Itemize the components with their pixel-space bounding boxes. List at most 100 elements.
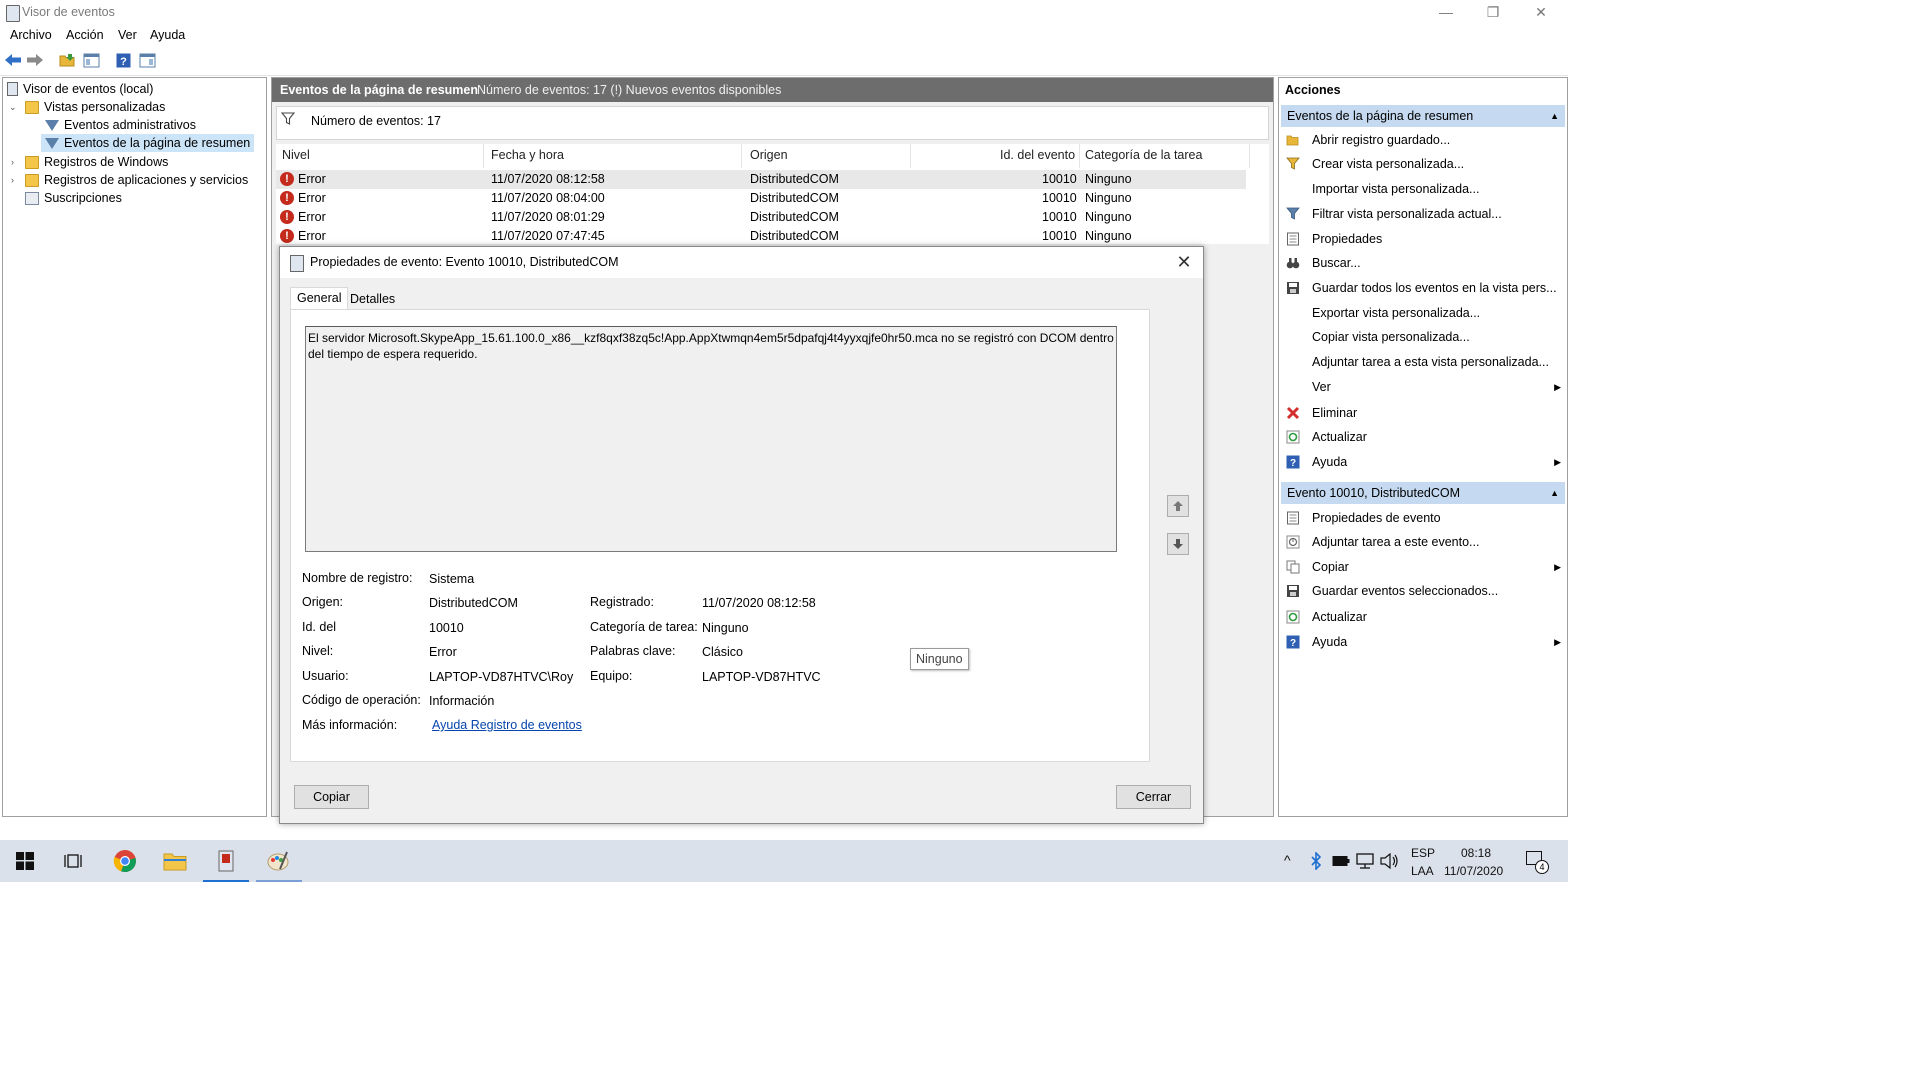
file-explorer-icon[interactable] (162, 848, 188, 874)
events-pane-header: Eventos de la página de resumen Número d… (272, 78, 1273, 102)
tree-item-subscriptions[interactable]: Suscripciones (25, 189, 122, 207)
close-button[interactable]: ✕ (1518, 0, 1564, 26)
submenu-arrow-icon: ▶ (1554, 457, 1561, 467)
minimize-button[interactable]: — (1423, 0, 1469, 26)
action-copy-custom-view[interactable]: Copiar vista personalizada... (1283, 326, 1563, 348)
menu-accion[interactable]: Acción (66, 28, 104, 42)
chevron-down-icon[interactable]: ⌄ (9, 102, 17, 113)
restore-button[interactable]: ❐ (1470, 0, 1516, 26)
chevron-up-icon[interactable]: ^ (1284, 852, 1291, 868)
dialog-title: Propiedades de evento: Evento 10010, Dis… (310, 255, 619, 269)
menu-archivo[interactable]: Archivo (10, 28, 52, 42)
action-open-saved-log[interactable]: Abrir registro guardado... (1283, 129, 1563, 151)
clock-time[interactable]: 08:18 (1461, 846, 1491, 860)
action-label: Copiar (1312, 560, 1349, 574)
tree-item-admin-events[interactable]: Eventos administrativos (45, 116, 196, 134)
actions-section-summary[interactable]: Eventos de la página de resumen ▲ (1281, 105, 1565, 127)
action-view[interactable]: Ver ▶ (1283, 376, 1563, 398)
action-attach-task-event[interactable]: Adjuntar tarea a este evento... (1283, 531, 1563, 553)
battery-icon[interactable] (1332, 855, 1350, 870)
chrome-icon[interactable] (112, 848, 138, 874)
table-row[interactable]: ! Error 11/07/2020 08:12:58 DistributedC… (276, 170, 1246, 189)
bluetooth-icon[interactable] (1310, 851, 1322, 873)
network-icon[interactable] (1356, 853, 1374, 872)
menu-ayuda[interactable]: Ayuda (150, 28, 185, 42)
tree-item-custom-views[interactable]: Vistas personalizadas (25, 98, 165, 116)
chevron-right-icon[interactable]: › (11, 175, 14, 185)
filter-icon (45, 119, 59, 131)
input-language[interactable]: ESP (1411, 846, 1435, 860)
column-header-task-category[interactable]: Categoría de la tarea (1085, 148, 1202, 166)
action-filter-current-view[interactable]: Filtrar vista personalizada actual... (1283, 203, 1563, 225)
column-header-event-id[interactable]: Id. del evento (1000, 148, 1075, 166)
copy-button[interactable]: Copiar (294, 785, 369, 809)
window-title: Visor de eventos (22, 5, 115, 19)
action-refresh[interactable]: Actualizar (1283, 426, 1563, 448)
tab-details[interactable]: Detalles (344, 289, 401, 310)
forward-arrow-icon[interactable] (26, 51, 44, 69)
dialog-close-icon[interactable]: ✕ (1173, 251, 1195, 273)
actions-title: Acciones (1285, 83, 1341, 97)
actions-section-event[interactable]: Evento 10010, DistributedCOM ▲ (1281, 482, 1565, 504)
column-header-level[interactable]: Nivel (282, 148, 310, 166)
action-find[interactable]: Buscar... (1283, 252, 1563, 274)
show-hide-tree-icon[interactable] (82, 51, 100, 69)
event-viewer-taskbar-icon[interactable] (213, 848, 239, 874)
open-folder-icon[interactable] (58, 51, 76, 69)
event-log-help-link[interactable]: Ayuda Registro de eventos (432, 718, 582, 732)
table-row[interactable]: ! Error 11/07/2020 08:01:29 DistributedC… (276, 208, 1246, 227)
action-label: Actualizar (1312, 430, 1367, 444)
windows-start-icon[interactable] (12, 848, 38, 874)
close-dialog-button[interactable]: Cerrar (1116, 785, 1191, 809)
action-import-custom-view[interactable]: Importar vista personalizada... (1283, 178, 1563, 200)
action-properties[interactable]: Propiedades (1283, 228, 1563, 250)
action-attach-task-view[interactable]: Adjuntar tarea a esta vista personalizad… (1283, 351, 1563, 373)
action-save-all-events[interactable]: Guardar todos los eventos en la vista pe… (1283, 277, 1563, 299)
actions-pane: Acciones Eventos de la página de resumen… (1278, 77, 1568, 817)
tab-general[interactable]: General (290, 287, 349, 310)
column-header-datetime[interactable]: Fecha y hora (491, 148, 564, 166)
action-help[interactable]: ? Ayuda ▶ (1283, 451, 1563, 473)
action-delete[interactable]: Eliminar (1283, 402, 1563, 424)
tree-item-label: Registros de Windows (44, 155, 169, 169)
tree-item-windows-logs[interactable]: Registros de Windows (25, 153, 168, 171)
action-event-properties[interactable]: Propiedades de evento (1283, 507, 1563, 529)
task-category-label: Categoría de tarea: (590, 620, 698, 634)
previous-event-button[interactable] (1167, 495, 1189, 517)
menu-ver[interactable]: Ver (118, 28, 137, 42)
clock-date[interactable]: 11/07/2020 (1444, 864, 1503, 878)
action-create-custom-view[interactable]: Crear vista personalizada... (1283, 153, 1563, 175)
action-label: Abrir registro guardado... (1312, 133, 1451, 147)
refresh-icon (1286, 430, 1300, 444)
chevron-right-icon[interactable]: › (11, 157, 14, 167)
general-tab-panel: El servidor Microsoft.SkypeApp_15.61.100… (290, 309, 1150, 762)
computer-label: Equipo: (590, 669, 633, 683)
action-refresh-event[interactable]: Actualizar (1283, 606, 1563, 628)
submenu-arrow-icon: ▶ (1554, 562, 1561, 572)
tree-item-event-viewer-local[interactable]: Visor de eventos (local) (7, 80, 153, 98)
action-copy[interactable]: Copiar ▶ (1283, 556, 1563, 578)
volume-icon[interactable] (1380, 852, 1400, 872)
show-hide-actions-icon[interactable] (138, 51, 156, 69)
back-arrow-icon[interactable] (4, 51, 22, 69)
filter-icon (45, 137, 59, 149)
tree-item-app-service-logs[interactable]: Registros de aplicaciones y servicios (25, 171, 248, 189)
table-row[interactable]: ! Error 11/07/2020 08:04:00 DistributedC… (276, 189, 1246, 208)
collapse-icon[interactable]: ▲ (1550, 482, 1559, 504)
action-help-event[interactable]: ? Ayuda ▶ (1283, 631, 1563, 653)
collapse-icon[interactable]: ▲ (1550, 105, 1559, 127)
action-label: Ver (1312, 380, 1331, 394)
action-label: Adjuntar tarea a este evento... (1312, 535, 1480, 549)
tree-item-summary-events[interactable]: Eventos de la página de resumen (41, 134, 255, 152)
action-export-custom-view[interactable]: Exportar vista personalizada... (1283, 302, 1563, 324)
table-row[interactable]: ! Error 11/07/2020 07:47:45 DistributedC… (276, 227, 1246, 246)
next-event-button[interactable] (1167, 533, 1189, 555)
level-value: Error (429, 645, 457, 659)
action-save-selected-events[interactable]: Guardar eventos seleccionados... (1283, 580, 1563, 602)
help-icon[interactable]: ? (114, 51, 132, 69)
paint-icon[interactable] (265, 848, 291, 874)
input-layout[interactable]: LAA (1411, 864, 1434, 878)
event-description[interactable]: El servidor Microsoft.SkypeApp_15.61.100… (305, 326, 1117, 552)
column-header-source[interactable]: Origen (750, 148, 788, 166)
task-view-icon[interactable] (60, 848, 86, 874)
